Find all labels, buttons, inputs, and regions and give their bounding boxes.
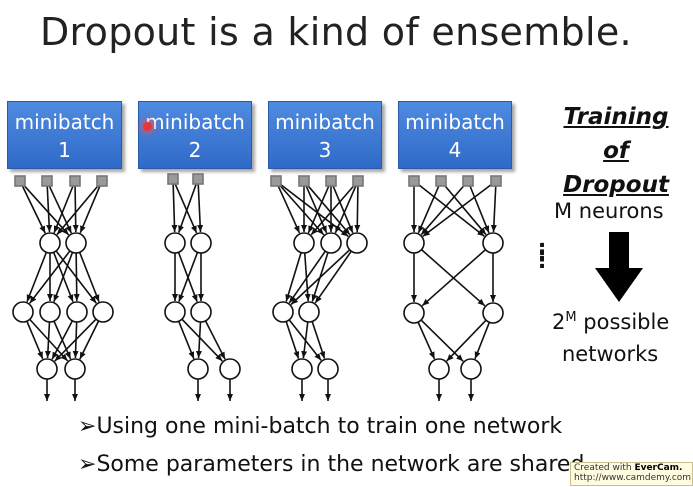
watermark-brand: EverCam. <box>634 463 683 473</box>
neuron <box>272 301 294 323</box>
big-down-arrow <box>595 232 643 302</box>
neuron <box>64 358 86 380</box>
connection-arrow <box>354 185 361 233</box>
bullet-marker: ➢ <box>78 452 97 477</box>
connection-arrow <box>446 319 487 362</box>
connection-arrow <box>73 252 80 302</box>
watermark: Created with EverCam. http://www.camdemy… <box>570 462 693 486</box>
connection-arrow <box>417 321 436 360</box>
input-node <box>490 175 502 187</box>
watermark-url: http://www.camdemy.com <box>574 473 692 483</box>
connection-arrow <box>311 321 326 359</box>
neuron <box>190 301 212 323</box>
neuron <box>293 232 315 254</box>
neuron <box>190 232 212 254</box>
input-node <box>462 175 474 187</box>
possible-networks-line: 2M possible <box>552 310 669 334</box>
side-heading-line1: Training of <box>563 104 669 164</box>
neuron <box>39 232 61 254</box>
connection-arrow <box>285 252 302 302</box>
input-node <box>352 175 364 187</box>
connection-arrow <box>44 321 51 359</box>
neuron <box>482 232 504 254</box>
connection-arrow <box>72 185 79 233</box>
neuron <box>428 358 450 380</box>
input-node <box>96 175 108 187</box>
connection-arrow <box>474 322 491 360</box>
neuron <box>164 232 186 254</box>
neuron <box>65 232 87 254</box>
neuron <box>12 301 34 323</box>
connection-arrow <box>490 185 497 233</box>
neuron <box>39 301 61 323</box>
neuron <box>298 301 320 323</box>
side-heading: Training of Dropout <box>551 100 681 202</box>
neuron <box>36 358 58 380</box>
input-node <box>408 175 420 187</box>
neurons-text: M neurons <box>554 199 664 223</box>
neuron <box>164 301 186 323</box>
input-node <box>167 173 179 185</box>
watermark-prefix: Created with <box>574 463 635 473</box>
input-node <box>270 175 282 187</box>
connection-arrow <box>197 183 204 233</box>
input-node <box>435 175 447 187</box>
neuron <box>403 232 425 254</box>
input-node <box>14 175 26 187</box>
neuron <box>482 302 504 324</box>
input-node <box>69 175 81 187</box>
neuron <box>219 358 241 380</box>
bullet-2: ➢Some parameters in the network are shar… <box>78 452 584 477</box>
connection-arrow <box>171 183 178 233</box>
bullet-text: Using one mini-batch to train one networ… <box>96 414 563 439</box>
connection-arrow <box>195 321 202 359</box>
connection-arrow <box>301 321 309 359</box>
connection-arrow <box>22 184 70 236</box>
neuron <box>460 358 482 380</box>
bullet-marker: ➢ <box>78 414 97 439</box>
possible-base: 2 <box>552 310 566 334</box>
connection-arrow <box>178 320 195 360</box>
neuron <box>92 301 114 323</box>
connection-arrow <box>181 318 223 362</box>
vertical-ellipsis: ⋮ ⋮ <box>531 239 553 272</box>
connection-arrow <box>420 319 464 362</box>
neuron <box>291 358 313 380</box>
input-node <box>41 175 53 187</box>
neuron <box>66 301 88 323</box>
connection-arrow <box>79 185 101 234</box>
neuron <box>317 358 339 380</box>
connection-arrow <box>277 185 301 234</box>
input-node <box>298 175 310 187</box>
neuron <box>187 358 209 380</box>
connection-arrow <box>46 185 53 233</box>
possible-rest: possible <box>576 310 670 334</box>
input-node <box>192 173 204 185</box>
bullet-1: ➢Using one mini-batch to train one netwo… <box>78 414 562 439</box>
possible-exponent: M <box>565 310 577 325</box>
neuron <box>403 302 425 324</box>
neuron <box>346 232 368 254</box>
input-node <box>325 175 337 187</box>
networks-text: networks <box>562 342 659 366</box>
side-heading-line2: Dropout <box>563 172 669 198</box>
connection-arrow <box>285 321 300 359</box>
connection-arrow <box>26 320 44 360</box>
neuron <box>320 232 342 254</box>
connection-arrow <box>334 185 357 234</box>
connection-arrow <box>21 185 46 234</box>
bullet-text: Some parameters in the network are share… <box>96 452 585 477</box>
